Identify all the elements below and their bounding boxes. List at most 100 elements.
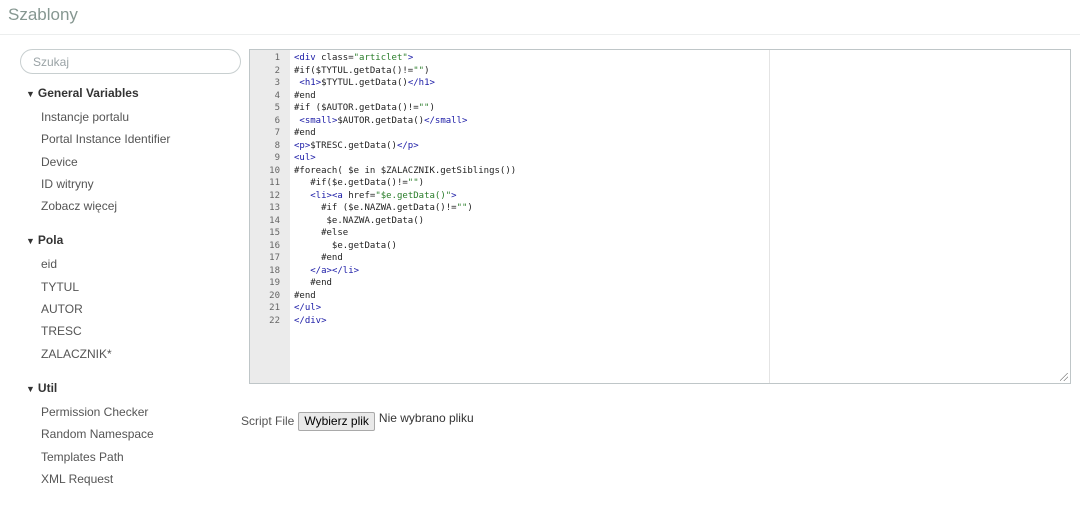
line-number: 1	[274, 53, 280, 63]
resize-handle-icon[interactable]	[1060, 373, 1068, 381]
code-line[interactable]: 19 #end	[250, 277, 1070, 290]
line-number: 18	[269, 265, 280, 276]
category-general-variables[interactable]: ▼ General Variables Instancje portalu Por…	[20, 86, 242, 221]
code-text[interactable]: #end	[294, 290, 316, 303]
code-line[interactable]: 12 <li><a href="$e.getData()">	[250, 190, 1070, 203]
code-text[interactable]: $e.NAZWA.getData()	[294, 215, 425, 228]
code-text[interactable]: #end	[294, 90, 316, 103]
page-title: Szablony	[8, 5, 78, 24]
code-text[interactable]: #if($e.getData()!="")	[294, 177, 424, 190]
variable-item[interactable]: TYTUL	[41, 280, 242, 302]
category-util[interactable]: ▼ Util Permission Checker Random Namespac…	[20, 381, 242, 494]
code-text[interactable]: #else	[294, 227, 348, 240]
code-text[interactable]: <h1>$TYTUL.getData()</h1>	[294, 77, 435, 90]
code-line[interactable]: 8 <p>$TRESC.getData()</p>	[250, 140, 1070, 153]
code-text[interactable]: #end	[294, 252, 343, 265]
category-label: Util	[37, 380, 58, 395]
line-number: 13	[269, 203, 280, 213]
code-line[interactable]: 5 #if ($AUTOR.getData()!="")	[250, 102, 1070, 115]
line-number: 11	[269, 178, 280, 188]
variable-item[interactable]: eid	[41, 257, 242, 279]
variable-item[interactable]: XML Request	[41, 472, 242, 494]
variable-item[interactable]: ZALACZNIK*	[41, 347, 242, 369]
code-line[interactable]: 7 #end	[250, 127, 1070, 140]
search-input[interactable]	[20, 49, 241, 74]
category-pola[interactable]: ▼ Pola eid TYTUL AUTOR TRESC ZALACZNIK*	[20, 233, 242, 368]
file-status: Nie wybrano pliku	[378, 411, 474, 425]
category-label: Pola	[37, 233, 64, 248]
code-editor[interactable]: 1 <div class="articlet"> 2 #if($TYTUL.getDa…	[249, 49, 1071, 384]
variable-item[interactable]: Zobacz więcej	[41, 199, 242, 221]
code-text[interactable]: <p>$TRESC.getData()</p>	[294, 140, 419, 153]
code-text[interactable]: <ul>	[294, 152, 316, 165]
caret-down-icon: ▼	[26, 89, 35, 99]
variable-item[interactable]: Instancje portalu	[41, 110, 242, 132]
code-line[interactable]: 13 #if ($e.NAZWA.getData()!="")	[250, 202, 1070, 215]
script-file-row: Script File Wybierz plik Nie wybrano pli…	[241, 411, 474, 431]
line-number: 4	[274, 90, 280, 101]
line-number: 8	[274, 140, 280, 151]
code-text[interactable]: <small>$AUTOR.getData()</small>	[294, 115, 467, 128]
variable-item[interactable]: Templates Path	[41, 450, 242, 472]
variable-item[interactable]: Portal Instance Identifier	[41, 132, 242, 154]
category-header[interactable]: ▼ Util	[20, 381, 242, 395]
line-number: 2	[274, 65, 280, 76]
variable-item[interactable]: Permission Checker	[41, 405, 242, 427]
code-text[interactable]: #foreach( $e in $ZALACZNIK.getSiblings()…	[294, 165, 516, 178]
category-header[interactable]: ▼ Pola	[20, 233, 242, 247]
line-number: 16	[269, 240, 280, 251]
variable-item[interactable]: TRESC	[41, 324, 242, 346]
variables-sidebar: ▼General Variables Instancje portalu Por…	[20, 49, 242, 494]
code-line[interactable]: 16 $e.getData()	[250, 240, 1070, 253]
code-line[interactable]: 21 </ul>	[250, 302, 1070, 315]
code-text[interactable]: #end	[294, 277, 332, 290]
code-line[interactable]: 9 <ul>	[250, 152, 1070, 165]
variable-item[interactable]: Device	[41, 155, 242, 177]
title-divider	[0, 34, 1080, 35]
code-line[interactable]: 22 </div>	[250, 315, 1070, 328]
code-text[interactable]: #if ($AUTOR.getData()!="")	[294, 102, 435, 115]
line-number: 5	[274, 103, 280, 113]
line-number: 20	[269, 290, 280, 301]
line-number: 10	[269, 165, 280, 176]
code-lines[interactable]: 1 <div class="articlet"> 2 #if($TYTUL.getDa…	[250, 52, 1070, 327]
line-number: 9	[274, 153, 280, 163]
line-number: 17	[269, 253, 280, 263]
code-line[interactable]: 17 #end	[250, 252, 1070, 265]
caret-down-icon: ▼	[26, 383, 35, 394]
line-number: 15	[269, 228, 280, 238]
line-number: 22	[269, 315, 280, 326]
code-line[interactable]: 10 #foreach( $e in $ZALACZNIK.getSiblings…	[250, 165, 1070, 178]
code-text[interactable]: <li><a href="$e.getData()">	[294, 190, 456, 203]
line-number: 14	[269, 215, 280, 226]
code-text[interactable]: #end	[294, 127, 316, 140]
code-line[interactable]: 2 #if($TYTUL.getData()!="")	[250, 65, 1070, 78]
code-text[interactable]: </div>	[294, 315, 327, 328]
code-text[interactable]: </a></li>	[294, 265, 359, 278]
script-file-label: Script File	[241, 414, 295, 428]
variable-item[interactable]: AUTOR	[41, 302, 242, 324]
code-line[interactable]: 4 #end	[250, 90, 1070, 103]
code-text[interactable]: #if($TYTUL.getData()!="")	[294, 65, 429, 78]
code-line[interactable]: 15 #else	[250, 227, 1070, 240]
code-text[interactable]: <div class="articlet">	[294, 52, 413, 65]
code-line[interactable]: 20 #end	[250, 290, 1070, 303]
code-line[interactable]: 3 <h1>$TYTUL.getData()</h1>	[250, 77, 1070, 90]
code-line[interactable]: 18 </a></li>	[250, 265, 1070, 278]
line-number: 19	[269, 278, 280, 288]
line-number: 21	[269, 303, 280, 313]
caret-down-icon: ▼	[26, 236, 35, 247]
code-line[interactable]: 1 <div class="articlet">	[250, 52, 1070, 65]
category-header[interactable]: ▼ General Variables	[20, 86, 242, 100]
line-number: 12	[269, 190, 280, 201]
code-text[interactable]: #if ($e.NAZWA.getData()!="")	[294, 202, 473, 215]
variable-item[interactable]: ID witryny	[41, 177, 242, 199]
code-text[interactable]: </ul>	[294, 302, 321, 315]
choose-file-button[interactable]: Wybierz plik	[298, 411, 375, 431]
code-line[interactable]: 14 $e.NAZWA.getData()	[250, 215, 1070, 228]
line-number: 3	[274, 78, 280, 88]
code-line[interactable]: 6 <small>$AUTOR.getData()</small>	[250, 115, 1070, 128]
code-text[interactable]: $e.getData()	[294, 240, 397, 253]
code-line[interactable]: 11 #if($e.getData()!="")	[250, 177, 1070, 190]
variable-item[interactable]: Random Namespace	[41, 427, 242, 449]
